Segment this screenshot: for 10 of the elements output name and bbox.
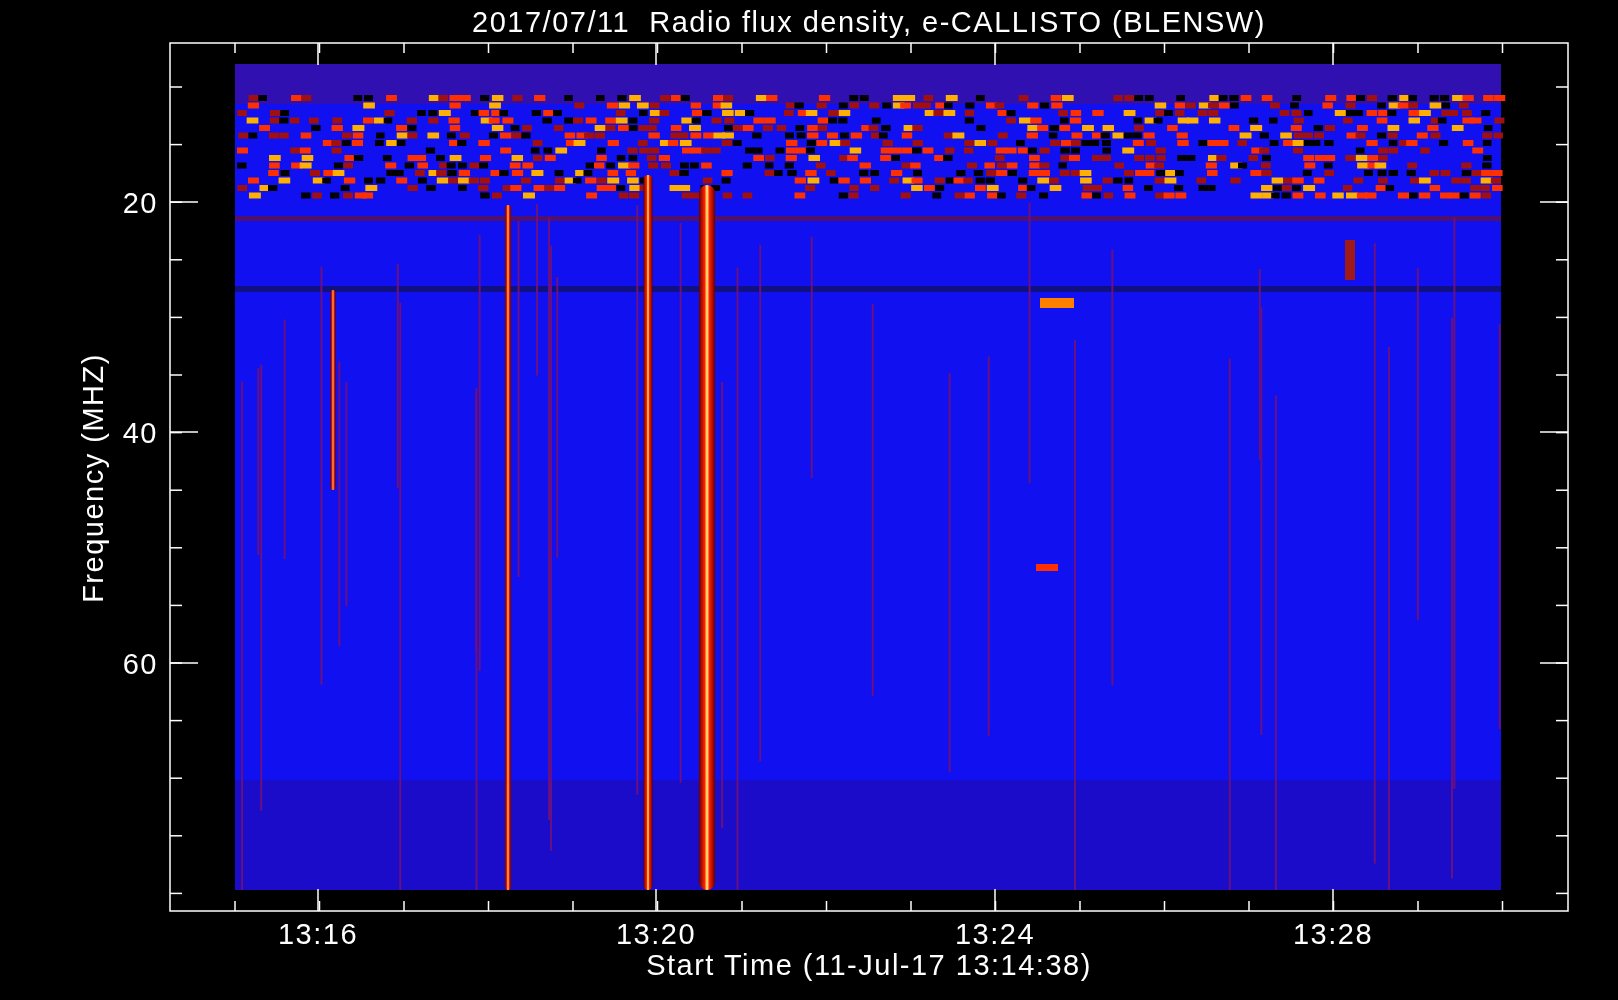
chart-title: 2017/07/11 Radio flux density, e-CALLISTO (BLENSW) <box>472 6 1266 38</box>
y-tick-label: 60 <box>122 648 158 680</box>
x-tick-label: 13:24 <box>954 918 1036 950</box>
x-tick-label: 13:28 <box>1292 918 1374 950</box>
y-axis-title: Frequency (MHZ) <box>77 353 109 603</box>
y-tick-label: 20 <box>122 187 158 219</box>
x-tick-label: 13:20 <box>615 918 697 950</box>
x-tick-label: 13:16 <box>277 918 359 950</box>
y-tick-label: 40 <box>122 417 158 449</box>
x-axis-title: Start Time (11-Jul-17 13:14:38) <box>646 949 1092 981</box>
